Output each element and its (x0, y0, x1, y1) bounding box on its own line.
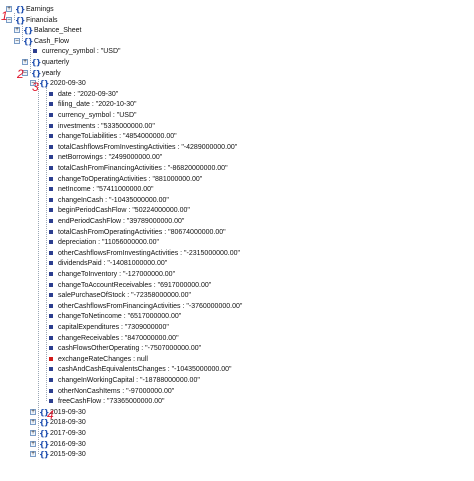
value-icon (49, 378, 53, 382)
tree-node-label[interactable]: 2018-09-30 (50, 418, 86, 427)
tree-node-label: changeReceivables : "8470000000.00" (58, 334, 179, 342)
annotation-4: 4 (47, 408, 54, 422)
value-icon (49, 240, 53, 245)
value-icon (49, 325, 53, 329)
annotation-3: 3 (32, 80, 39, 94)
tree-node-label: filing_date : "2020-10-30" (58, 101, 137, 109)
object-icon: {} (15, 5, 25, 14)
expand-toggle-icon[interactable]: + (30, 451, 36, 458)
value-icon (49, 272, 53, 276)
value-icon (49, 113, 53, 117)
tree-node-label: otherCashflowsFromInvestingActivities : … (58, 249, 241, 257)
expand-toggle-icon[interactable]: + (30, 419, 36, 426)
value-icon (49, 176, 53, 181)
value-icon (49, 388, 53, 393)
tree-node-label: endPeriodCashFlow : "39789000000.00" (58, 218, 185, 225)
value-icon (49, 367, 53, 372)
annotation-1: 1 (1, 9, 8, 23)
tree-node-label: capitalExpenditures : "7309000000" (58, 324, 169, 331)
tree-node-label[interactable]: 2019-09-30 (50, 408, 86, 417)
tree-node-label: exchangeRateChanges : null (58, 355, 148, 363)
tree-node-label: depreciation : "11056000000.00" (58, 239, 159, 247)
tree-node-label[interactable]: quarterly (42, 58, 69, 67)
null-value-icon (49, 356, 53, 361)
value-icon (49, 261, 53, 266)
tree-node-label: changeToLiabilities : "4854000000.00" (58, 133, 177, 141)
tree-node-label: salePurchaseOfStock : "-72358000000.00" (58, 292, 191, 300)
value-icon (49, 155, 53, 160)
value-icon (49, 303, 53, 308)
tree-node-label: changeToInventory : "-127000000.00" (58, 271, 176, 278)
value-icon (49, 144, 53, 149)
value-icon (49, 293, 53, 298)
tree-node-label[interactable]: 2020-09-30 (50, 79, 86, 88)
tree-node-label[interactable]: Financials (26, 16, 58, 25)
object-icon: {} (39, 439, 49, 449)
value-icon (49, 91, 53, 96)
tree-node-label: totalCashFromOperatingActivities : "8067… (58, 228, 226, 236)
object-icon: {} (39, 429, 49, 438)
expand-toggle-icon[interactable]: + (30, 440, 36, 447)
tree-guide-line (38, 76, 39, 455)
tree-node-label: beginPeriodCashFlow : "50224000000.00" (58, 207, 190, 215)
tree-node-label[interactable]: Cash_Flow (34, 37, 69, 46)
value-icon (49, 102, 53, 107)
value-icon (33, 49, 37, 54)
object-icon: {} (39, 450, 49, 460)
value-icon (49, 335, 53, 340)
tree-node-label[interactable]: 2016-09-30 (50, 440, 86, 449)
value-icon (49, 187, 53, 192)
value-icon (49, 314, 53, 319)
value-icon (49, 134, 53, 139)
tree-guide-line (46, 87, 47, 402)
tree-node-label: changeInCash : "-10435000000.00" (58, 196, 169, 204)
tree-node-label: freeCashFlow : "73365000000.00" (58, 398, 165, 406)
value-icon (49, 208, 53, 213)
value-icon (49, 346, 53, 351)
tree-node-label: changeToNetincome : "6517000000.00" (58, 313, 182, 321)
expand-toggle-icon[interactable]: + (14, 27, 20, 34)
collapse-toggle-icon[interactable]: − (14, 37, 20, 44)
value-icon (49, 123, 53, 128)
tree-guide-line (14, 13, 15, 20)
value-icon (49, 250, 53, 255)
tree-node-label: changeToAccountReceivables : "6917000000… (58, 281, 212, 289)
tree-node-label: cashAndCashEquivalentsChanges : "-104350… (58, 366, 232, 374)
object-icon: {} (31, 58, 41, 67)
value-icon (49, 219, 53, 223)
tree-guide-line (30, 44, 31, 73)
annotation-2: 2 (17, 67, 24, 81)
tree-node-label: dividendsPaid : "-14081000000.00" (58, 260, 168, 268)
value-icon (49, 166, 53, 170)
tree-node-label: date : "2020-09-30" (58, 90, 119, 98)
tree-node-label: otherNonCashItems : "-97000000.00" (58, 387, 175, 395)
tree-node-label: currency_symbol : "USD" (42, 48, 121, 56)
expand-toggle-icon[interactable]: + (30, 430, 36, 436)
tree-node-label[interactable]: 2015-09-30 (50, 450, 86, 459)
tree-node-label: totalCashFromFinancingActivities : "-868… (58, 165, 228, 172)
value-icon (49, 282, 53, 287)
json-tree-view: +{} Earnings −{} Financials +{} Balance_Sheet… (0, 0, 474, 481)
tree-node-label[interactable]: Earnings (26, 5, 54, 14)
tree-guide-line (22, 23, 23, 41)
value-icon (49, 229, 53, 234)
value-icon (49, 197, 53, 202)
tree-node-label: totalCashflowsFromInvestingActivities : … (58, 143, 238, 151)
expand-toggle-icon[interactable]: + (22, 59, 28, 65)
tree-node-label: changeToOperatingActivities : "881000000… (58, 175, 203, 183)
tree-node-label[interactable]: Balance_Sheet (34, 26, 81, 35)
tree-node-label: cashFlowsOtherOperating : "-7507000000.0… (58, 345, 202, 353)
object-icon: {} (23, 26, 33, 36)
tree-node-label: netIncome : "57411000000.00" (58, 186, 154, 194)
value-icon (49, 399, 53, 404)
tree-node-label[interactable]: 2017-09-30 (50, 429, 86, 438)
tree-node-label: investments : "5335000000.00" (58, 122, 155, 130)
tree-node-label: changeInWorkingCapital : "-18788000000.0… (58, 377, 200, 384)
tree-node-label: netBorrowings : "2499000000.00" (58, 154, 163, 162)
tree-node-label: currency_symbol : "USD" (58, 112, 137, 119)
tree-node-label: otherCashflowsFromFinancingActivities : … (58, 302, 243, 310)
expand-toggle-icon[interactable]: + (30, 408, 36, 415)
tree-node-label[interactable]: yearly (42, 69, 61, 78)
